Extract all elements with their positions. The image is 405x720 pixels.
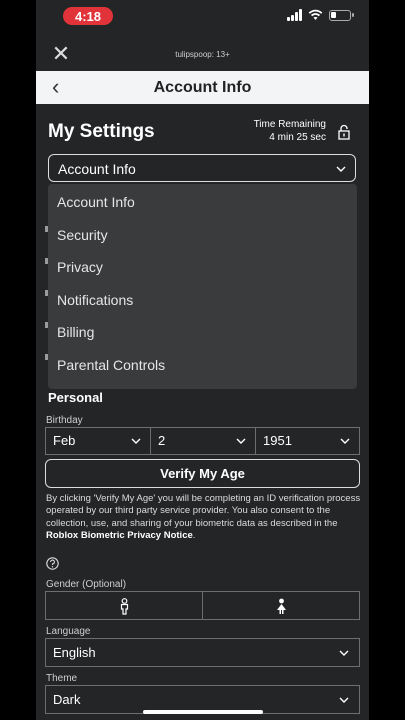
chevron-down-icon — [336, 166, 346, 172]
menu-item-privacy[interactable]: Privacy — [57, 259, 103, 275]
status-icons — [287, 9, 354, 21]
home-indicator[interactable] — [143, 710, 263, 714]
male-icon — [120, 598, 129, 615]
help-icon[interactable] — [46, 557, 59, 570]
birth-year-select[interactable]: 1951 — [255, 427, 360, 455]
top-bar: ✕ tulipspoop: 13+ — [36, 34, 369, 72]
settings-title: My Settings — [48, 121, 155, 142]
chevron-down-icon — [340, 438, 350, 444]
battery-icon — [329, 9, 354, 21]
notice-end: . — [192, 530, 196, 542]
gender-selector — [45, 591, 360, 620]
settings-section-menu: Account Info Security Privacy Notificati… — [48, 184, 357, 389]
birth-day-value: 2 — [158, 433, 166, 448]
theme-value: Dark — [53, 692, 81, 707]
gender-female-option[interactable] — [202, 591, 360, 620]
birth-month-value: Feb — [53, 433, 76, 448]
verification-notice: By clicking 'Verify My Age' you will be … — [46, 493, 361, 543]
status-time: 4:18 — [63, 7, 113, 25]
chevron-down-icon — [339, 650, 349, 656]
settings-section-dropdown[interactable]: Account Info — [48, 154, 356, 182]
dropdown-selected-value: Account Info — [58, 161, 136, 177]
birthday-label: Birthday — [46, 415, 83, 426]
signal-icon — [287, 9, 302, 21]
birth-year-value: 1951 — [263, 433, 292, 448]
birth-month-select[interactable]: Feb — [45, 427, 151, 455]
lock-icon[interactable] — [337, 124, 353, 140]
gender-male-option[interactable] — [45, 591, 203, 620]
verify-age-button[interactable]: Verify My Age — [45, 459, 360, 488]
phone-screen: 4:18 ✕ tulipspoop: 13+ ‹ Account Info My… — [36, 0, 369, 720]
language-select[interactable]: English — [45, 638, 360, 667]
biometric-privacy-link[interactable]: Roblox Biometric Privacy Notice — [46, 530, 193, 541]
menu-item-security[interactable]: Security — [57, 227, 108, 243]
personal-heading: Personal — [48, 390, 103, 405]
status-bar: 4:18 — [36, 0, 369, 34]
username-label: tulipspoop: 13+ — [175, 50, 230, 59]
gender-label: Gender (Optional) — [46, 579, 127, 590]
time-remaining-value: 4 min 25 sec — [269, 132, 326, 143]
birth-day-select[interactable]: 2 — [150, 427, 256, 455]
chevron-down-icon — [236, 438, 246, 444]
time-remaining: Time Remaining 4 min 25 sec — [254, 118, 326, 144]
menu-item-notifications[interactable]: Notifications — [57, 292, 133, 308]
female-icon — [277, 598, 286, 614]
page-title: Account Info — [153, 79, 252, 96]
notice-text: By clicking 'Verify My Age' you will be … — [46, 493, 361, 529]
chevron-down-icon — [339, 697, 349, 703]
chevron-down-icon — [131, 438, 141, 444]
wifi-icon — [308, 9, 323, 20]
menu-item-parental-controls[interactable]: Parental Controls — [57, 357, 165, 373]
theme-label: Theme — [46, 673, 78, 684]
menu-item-billing[interactable]: Billing — [57, 324, 94, 340]
language-value: English — [53, 645, 96, 660]
page-header: ‹ Account Info — [36, 71, 369, 104]
language-label: Language — [46, 626, 91, 637]
time-remaining-label: Time Remaining — [253, 119, 326, 130]
menu-item-account-info[interactable]: Account Info — [57, 194, 135, 210]
